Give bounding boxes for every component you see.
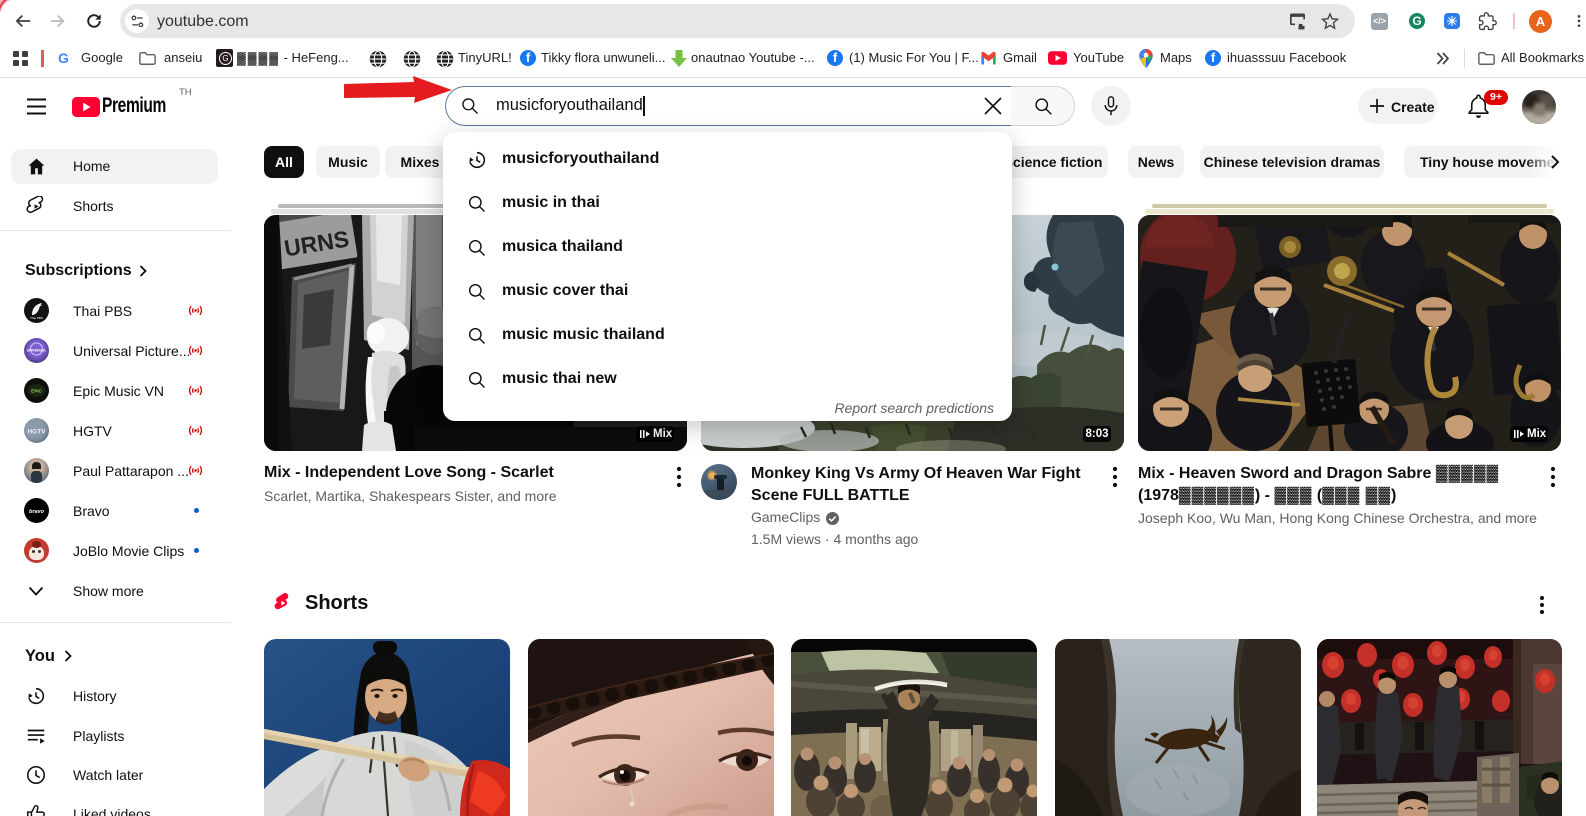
svg-text:HGTV: HGTV xyxy=(27,429,46,436)
svg-text:Thai PBS: Thai PBS xyxy=(30,316,43,320)
svg-text:UNIVERSAL: UNIVERSAL xyxy=(27,348,47,352)
svg-text:bravo: bravo xyxy=(29,509,45,515)
svg-text:EPIC: EPIC xyxy=(31,389,42,394)
